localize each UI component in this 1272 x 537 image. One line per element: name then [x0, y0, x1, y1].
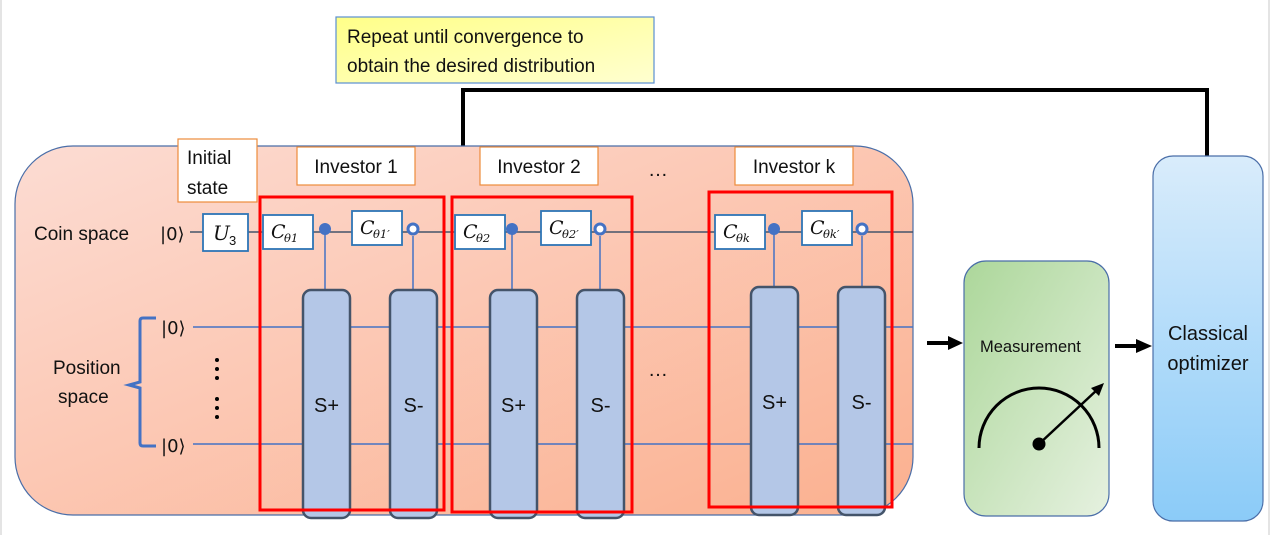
investor-label-text: Investor 1: [314, 157, 397, 178]
position-space-label-2: space: [58, 387, 109, 408]
shift-plus-gate: S+: [488, 288, 539, 520]
investor-label: Investor k: [734, 146, 854, 186]
svg-text:S-: S-: [591, 395, 611, 417]
control-dot-open: [855, 222, 869, 236]
shift-minus-gate: S-: [575, 288, 626, 520]
svg-text:θ1′: θ1′: [373, 227, 390, 241]
measurement-label: Measurement: [980, 338, 1081, 356]
shift-ellipsis: …: [648, 359, 668, 381]
svg-text:S+: S+: [501, 395, 526, 417]
u3-gate: U 3: [202, 213, 249, 252]
svg-text:θk: θk: [736, 231, 750, 245]
svg-text:S-: S-: [404, 395, 424, 417]
coin-gate-prime: Cθ1′: [351, 210, 403, 246]
investor-label: Investor 1: [296, 146, 416, 186]
investor-label: Investor 2: [479, 146, 599, 186]
quantum-walk-diagram: Repeat until convergence to obtain the d…: [14, 16, 1264, 522]
shift-plus-gate: S+: [749, 285, 800, 517]
investor-label-text: Investor k: [753, 157, 836, 178]
shift-minus-gate: S-: [388, 288, 439, 520]
coin-gate-prime: Cθk′: [801, 210, 853, 246]
coin-ket: |0⟩: [160, 224, 185, 245]
control-dot-filled: [506, 223, 518, 235]
coin-gate: Cθ2: [454, 214, 506, 250]
shift-minus-gate: S-: [836, 285, 887, 517]
coin-gate: Cθ1: [262, 214, 314, 250]
shift-plus-gate: S+: [301, 288, 352, 520]
initial-state-label: Initial state: [177, 138, 258, 203]
note-line-2: obtain the desired distribution: [347, 56, 595, 77]
arrow-to-measurement: [927, 336, 963, 350]
control-dot-open: [406, 222, 420, 236]
note-line-1: Repeat until convergence to: [347, 27, 584, 48]
investor-label-text: Investor 2: [497, 157, 580, 178]
svg-text:θ2: θ2: [476, 231, 490, 245]
svg-text:S+: S+: [314, 395, 339, 417]
svg-text:Initial: Initial: [187, 148, 231, 169]
coin-gate-prime: Cθ2′: [540, 210, 592, 246]
coin-space-label: Coin space: [34, 224, 129, 245]
svg-text:state: state: [187, 178, 228, 199]
svg-text:θ2′: θ2′: [562, 227, 579, 241]
investor-ellipsis: …: [648, 159, 668, 181]
position-ket-bottom: |0⟩: [161, 436, 186, 457]
arrow-to-optimizer: [1115, 339, 1152, 353]
coin-gate: Cθk: [714, 214, 766, 250]
control-dot-open: [593, 222, 607, 236]
position-space-label-1: Position: [53, 358, 121, 379]
svg-text:S-: S-: [852, 392, 872, 414]
control-dot-filled: [319, 223, 331, 235]
measurement-block: Measurement: [963, 260, 1110, 517]
optimizer-label-1: Classical: [1168, 323, 1248, 345]
svg-text:θ1: θ1: [284, 231, 298, 245]
optimizer-label-2: optimizer: [1167, 353, 1248, 375]
position-ket-top: |0⟩: [161, 318, 186, 339]
convergence-note: Repeat until convergence to obtain the d…: [335, 16, 655, 84]
svg-text:θk′: θk′: [823, 227, 840, 241]
control-dot-filled: [768, 223, 780, 235]
classical-optimizer-block: Classical optimizer: [1152, 155, 1264, 522]
svg-text:3: 3: [229, 233, 236, 248]
svg-text:S+: S+: [762, 392, 787, 414]
